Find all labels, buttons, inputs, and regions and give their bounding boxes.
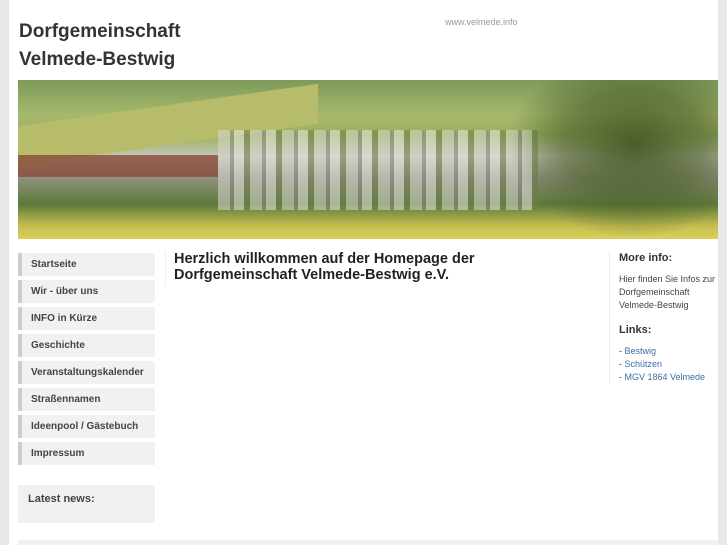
site-title-line2: Velmede-Bestwig [19, 49, 176, 70]
footer-bar [18, 540, 718, 545]
link-bestwig[interactable]: Bestwig [625, 346, 657, 356]
link-mgv-velmede[interactable]: MGV 1864 Velmede [625, 372, 706, 382]
main-nav: Startseite Wir - über uns INFO in Kürze … [18, 253, 155, 469]
nav-impressum[interactable]: Impressum [18, 442, 155, 465]
links-title: Links: [619, 324, 652, 336]
site-url: www.velmede.info [445, 17, 518, 27]
page: Dorfgemeinschaft Velmede-Bestwig www.vel… [9, 0, 718, 545]
nav-veranstaltungskalender[interactable]: Veranstaltungskalender [18, 361, 155, 384]
sidebar-right: More info: Hier finden Sie Infos zur Dor… [609, 251, 719, 384]
nav-strassennamen[interactable]: Straßennamen [18, 388, 155, 411]
nav-info-in-kuerze[interactable]: INFO in Kürze [18, 307, 155, 330]
more-info-title: More info: [619, 252, 673, 264]
nav-wir-ueber-uns[interactable]: Wir - über uns [18, 280, 155, 303]
site-title-line1: Dorfgemeinschaft [19, 21, 181, 42]
welcome-line1: Herzlich willkommen auf der Homepage der [174, 251, 475, 267]
nav-startseite[interactable]: Startseite [18, 253, 155, 276]
welcome-heading: Herzlich willkommen auf der Homepage der… [165, 251, 605, 286]
village-banner-image [18, 80, 718, 239]
nav-ideenpool-gaestebuch[interactable]: Ideenpool / Gästebuch [18, 415, 155, 438]
link-schuetzen[interactable]: Schützen [625, 359, 663, 369]
more-info-text: Hier finden Sie Infos zur Dorfgemeinscha… [619, 274, 716, 310]
site-title: Dorfgemeinschaft Velmede-Bestwig [19, 18, 181, 74]
welcome-line2: Dorfgemeinschaft Velmede-Bestwig e.V. [174, 267, 450, 283]
nav-geschichte[interactable]: Geschichte [18, 334, 155, 357]
latest-news-box: Latest news: [18, 485, 155, 523]
